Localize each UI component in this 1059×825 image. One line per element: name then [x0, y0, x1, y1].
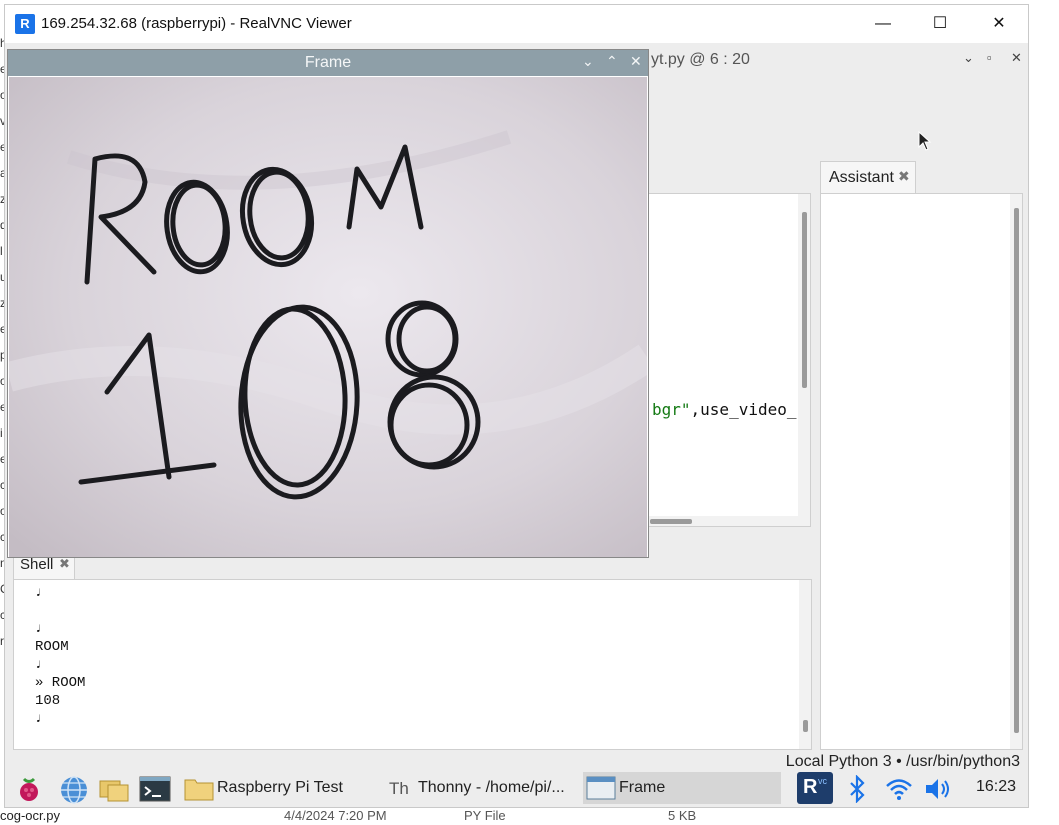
- editor-tab-bar: yt.py @ 6 : 20 ⌄ ▫ ✕: [645, 45, 1028, 75]
- shell-line: ♩: [35, 657, 44, 673]
- host-file-row[interactable]: cog-ocr.py 4/4/2024 7:20 PM PY File 5 KB: [0, 808, 1059, 825]
- taskbar-item-label: Frame: [619, 779, 666, 796]
- vnc-viewer-window: R 169.254.32.68 (raspberrypi) - RealVNC …: [4, 4, 1029, 808]
- taskbar-item-label: Thonny - /home/pi/...: [418, 779, 565, 796]
- editor-horizontal-scrollbar[interactable]: [646, 516, 810, 526]
- close-icon[interactable]: ✕: [1011, 50, 1022, 66]
- realvnc-logo-icon: R: [15, 14, 35, 34]
- wifi-icon[interactable]: [884, 775, 912, 803]
- taskbar: Raspberry Pi Test Th Thonny - /home/pi/.…: [5, 769, 1028, 807]
- code-editor[interactable]: bgr",use_video_: [645, 193, 811, 527]
- restore-icon[interactable]: ▫: [987, 50, 992, 65]
- host-file-size: 5 KB: [668, 808, 697, 823]
- taskbar-item-thonny[interactable]: Th Thonny - /home/pi/...: [385, 772, 581, 804]
- terminal-icon[interactable]: [139, 775, 171, 803]
- file-manager-icon[interactable]: [98, 775, 129, 803]
- shell-console[interactable]: ♩ ♩ ROOM ♩ » ROOM 108 ♩: [13, 579, 812, 750]
- chevron-down-icon[interactable]: ⌄: [963, 50, 974, 66]
- remote-desktop[interactable]: yt.py @ 6 : 20 ⌄ ▫ ✕ bgr",use_video_ Ass…: [5, 43, 1028, 807]
- editor-file-tab[interactable]: yt.py @ 6 : 20: [651, 51, 750, 69]
- assistant-scrollbar[interactable]: [1010, 194, 1022, 749]
- code-line: bgr",use_video_: [652, 400, 797, 419]
- vnc-titlebar[interactable]: R 169.254.32.68 (raspberrypi) - RealVNC …: [5, 5, 1028, 43]
- mouse-cursor-icon: [918, 131, 932, 151]
- taskbar-item-frame[interactable]: Frame: [583, 772, 781, 804]
- vnc-window-title: 169.254.32.68 (raspberrypi) - RealVNC Vi…: [41, 15, 352, 32]
- shell-line: ♩: [35, 711, 44, 727]
- frame-window: Frame ⌄ ⌃ ✕: [7, 49, 649, 558]
- close-icon[interactable]: ✕: [630, 53, 642, 70]
- vnc-server-icon[interactable]: R vc: [797, 772, 833, 804]
- chevron-up-icon[interactable]: ⌃: [606, 53, 618, 70]
- shell-line: ♩: [35, 621, 44, 637]
- shell-line: ♩: [35, 585, 44, 601]
- window-icon: [586, 776, 616, 800]
- volume-icon[interactable]: [923, 775, 951, 803]
- clock[interactable]: 16:23: [976, 778, 1016, 796]
- close-icon[interactable]: ✖: [59, 556, 70, 572]
- frame-title: Frame: [304, 54, 352, 71]
- folder-icon: [184, 779, 214, 801]
- host-file-type: PY File: [464, 808, 506, 823]
- host-file-name: cog-ocr.py: [0, 808, 60, 823]
- assistant-panel[interactable]: [820, 193, 1023, 750]
- web-browser-icon[interactable]: [59, 775, 87, 804]
- camera-frame-image: [9, 77, 647, 557]
- editor-vertical-scrollbar[interactable]: [798, 194, 810, 526]
- host-file-date: 4/4/2024 7:20 PM: [284, 808, 387, 823]
- close-icon[interactable]: ✖: [898, 168, 910, 185]
- maximize-button[interactable]: ☐: [917, 9, 963, 39]
- bluetooth-icon[interactable]: [845, 774, 873, 804]
- taskbar-item-label: Raspberry Pi Test: [217, 779, 343, 796]
- shell-line: ROOM: [35, 639, 69, 655]
- shell-line: » ROOM: [35, 675, 86, 691]
- shell-tab-label: Shell: [20, 556, 54, 573]
- shell-line: 108: [35, 693, 61, 709]
- tab-assistant[interactable]: Assistant ✖: [820, 161, 916, 193]
- thonny-icon: Th: [389, 779, 409, 798]
- close-button[interactable]: ✕: [976, 9, 1022, 39]
- minimize-button[interactable]: —: [860, 9, 906, 39]
- raspberry-menu-icon[interactable]: [15, 775, 43, 803]
- taskbar-item-raspberry-pi-test[interactable]: Raspberry Pi Test: [181, 772, 381, 804]
- chevron-down-icon[interactable]: ⌄: [582, 53, 594, 70]
- shell-scrollbar[interactable]: [799, 580, 811, 749]
- assistant-tab-label: Assistant: [829, 169, 894, 186]
- frame-titlebar[interactable]: Frame ⌄ ⌃ ✕: [8, 50, 648, 76]
